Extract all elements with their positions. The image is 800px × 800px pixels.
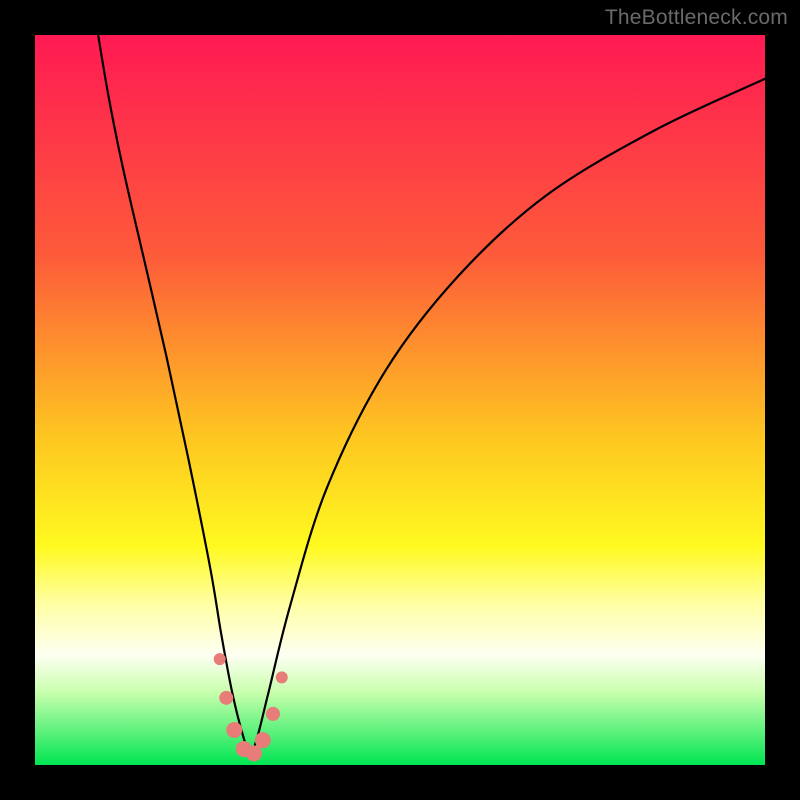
gradient-background xyxy=(35,35,765,765)
highlight-point xyxy=(266,707,280,721)
highlight-point xyxy=(214,653,226,665)
chart-svg xyxy=(35,35,765,765)
highlight-point xyxy=(226,722,242,738)
plot-area xyxy=(35,35,765,765)
highlight-point xyxy=(255,732,271,748)
highlight-point xyxy=(276,671,288,683)
chart-frame: TheBottleneck.com xyxy=(0,0,800,800)
highlight-point xyxy=(246,745,262,761)
highlight-point xyxy=(219,691,233,705)
watermark-text: TheBottleneck.com xyxy=(605,6,788,30)
